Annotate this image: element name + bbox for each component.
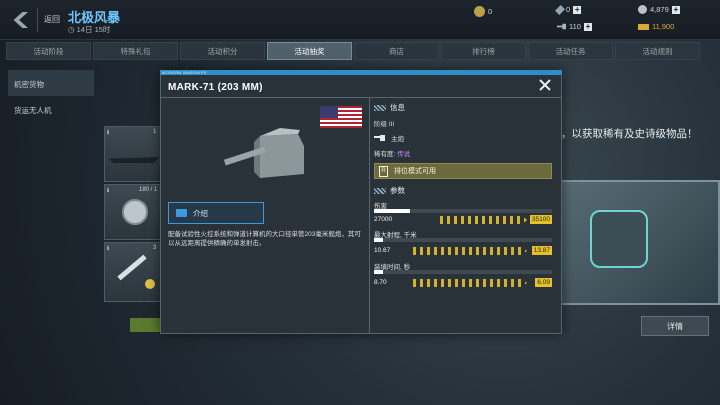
promo-text: 货物，以获取稀有及史诗级物品！ <box>540 128 698 140</box>
info-header: 信息 <box>390 103 405 112</box>
gold-resource: 11,900 <box>638 22 674 31</box>
info-icon: ℹ <box>107 246 110 252</box>
type-line: 主炮 <box>374 133 404 143</box>
add-silver-button[interactable]: + <box>671 5 680 14</box>
sidebar-item-cargo-drone[interactable]: 货运无人机 <box>8 96 94 122</box>
info-icon: ℹ <box>107 130 110 136</box>
section-stripes-icon <box>374 187 386 194</box>
intro-button[interactable]: 介绍 <box>168 202 264 224</box>
nuclear-icon <box>145 279 155 289</box>
silver-value: 4,879 <box>650 5 669 14</box>
key-value: 110 <box>569 22 581 31</box>
params-section-header: 参数 <box>374 185 405 196</box>
brand-label: MODERN WARSHIPS <box>162 70 207 75</box>
sidebar-item-secret-cargo[interactable]: 机密货物 <box>8 70 94 96</box>
modal-header-stripe <box>160 70 562 75</box>
silver-resource: 4,879 + <box>638 5 680 14</box>
divider <box>37 8 38 32</box>
back-label[interactable]: 返回 <box>44 14 60 25</box>
info-icon: ℹ <box>107 188 110 194</box>
book-icon <box>176 209 187 217</box>
tab-event-rules[interactable]: 活动规则 <box>615 42 700 60</box>
ticket-resource: 0 + <box>555 4 582 15</box>
naval-gun-turret-icon <box>223 128 304 178</box>
info-section-header: 信息 <box>374 102 405 113</box>
reward-card-silver[interactable]: ℹ 180 / 1 <box>104 184 162 240</box>
modal-divider <box>160 97 562 98</box>
coin-resource: 0 <box>474 6 492 17</box>
item-description: 配备试验性火控系统和弹道计算机的大口径单管203毫米舰炮，其可以从远距离提供精确… <box>168 231 361 247</box>
stat-bar-damage <box>374 209 552 213</box>
modal-title: MARK-71 (203 MM) <box>168 82 263 93</box>
missile-icon <box>117 254 147 281</box>
key-resource: 110 + <box>557 22 592 31</box>
clock-icon: ◷ <box>68 25 77 34</box>
gold-value: 11,900 <box>652 22 675 31</box>
card-count: 3 <box>153 245 157 251</box>
upgrade-chevrons <box>438 216 528 224</box>
tab-leaderboard[interactable]: 排行榜 <box>441 42 526 60</box>
stat-values-range: 10.67 13.87 <box>374 246 552 256</box>
event-time-value: 14日 15时 <box>76 25 111 34</box>
rarity-label: 稀有度: <box>374 151 396 158</box>
fist-emblem-icon <box>590 210 648 268</box>
ranked-label: 排位模式可用 <box>394 168 436 175</box>
rarity-line: 稀有度: 传说 <box>374 148 410 158</box>
modal-vertical-divider <box>369 98 370 334</box>
tab-event-stage[interactable]: 活动阶段 <box>6 42 91 60</box>
reward-card-ship[interactable]: ℹ 1 <box>104 126 162 182</box>
upgrade-chevrons <box>411 279 528 287</box>
card-count: 1 <box>153 129 157 135</box>
stat-values-damage: 27000 35100 <box>374 215 552 225</box>
tab-special-packs[interactable]: 特殊礼包 <box>93 42 178 60</box>
event-time: ◷ 14日 15时 <box>68 24 110 35</box>
type-label: 主炮 <box>391 136 404 143</box>
params-header: 参数 <box>390 186 405 195</box>
stat-base-value: 10.67 <box>374 247 391 254</box>
stat-max-value: 13.87 <box>531 246 552 255</box>
stat-fill-base <box>374 270 383 274</box>
ticket-icon <box>555 4 565 15</box>
us-flag-icon <box>320 106 362 128</box>
key-icon <box>557 23 566 30</box>
gold-bar-icon <box>638 23 649 30</box>
ticket-value: 0 <box>566 5 571 14</box>
stat-values-reload: 8.70 6.09 <box>374 278 552 288</box>
intro-label: 介绍 <box>193 208 208 218</box>
stat-base-value: 8.70 <box>374 279 387 286</box>
tab-shop[interactable]: 商店 <box>354 42 439 60</box>
rarity-value: 传说 <box>397 151 411 158</box>
tab-event-lottery[interactable]: 活动抽奖 <box>267 42 352 60</box>
tier-line: 阶级 III <box>374 118 394 128</box>
reward-card-missile[interactable]: ℹ 3 <box>104 242 162 302</box>
compass-icon <box>122 199 148 225</box>
add-ticket-button[interactable]: + <box>573 5 582 14</box>
stat-base-value: 27000 <box>374 216 393 223</box>
tab-event-tasks[interactable]: 活动任务 <box>528 42 613 60</box>
ranked-badge-icon: R <box>379 165 388 177</box>
main-gun-icon <box>374 134 385 141</box>
tab-bar: 活动阶段 特殊礼包 活动积分 活动抽奖 商店 排行榜 活动任务 活动规则 <box>0 42 720 61</box>
tab-event-points[interactable]: 活动积分 <box>180 42 265 60</box>
close-icon[interactable] <box>538 78 552 92</box>
stat-max-value: 6.09 <box>535 278 552 287</box>
details-button[interactable]: 详情 <box>641 316 709 336</box>
warship-icon <box>109 157 159 163</box>
stat-bar-reload <box>374 270 552 274</box>
add-key-button[interactable]: + <box>583 22 592 31</box>
silver-icon <box>638 5 647 14</box>
coin-icon <box>474 6 485 17</box>
ranked-mode-banner: R 排位模式可用 <box>374 163 552 179</box>
tier-value: III <box>388 121 395 128</box>
stat-fill-base <box>374 238 383 242</box>
stat-fill-base <box>374 209 410 213</box>
cargo-crate <box>560 180 720 305</box>
tier-label: 阶级 <box>374 121 387 128</box>
stat-max-value: 35100 <box>529 215 552 224</box>
coin-value: 0 <box>488 7 493 16</box>
section-stripes-icon <box>374 104 386 111</box>
card-count: 180 / 1 <box>139 187 158 193</box>
upgrade-chevrons <box>411 247 528 255</box>
stat-bar-range <box>374 238 552 242</box>
